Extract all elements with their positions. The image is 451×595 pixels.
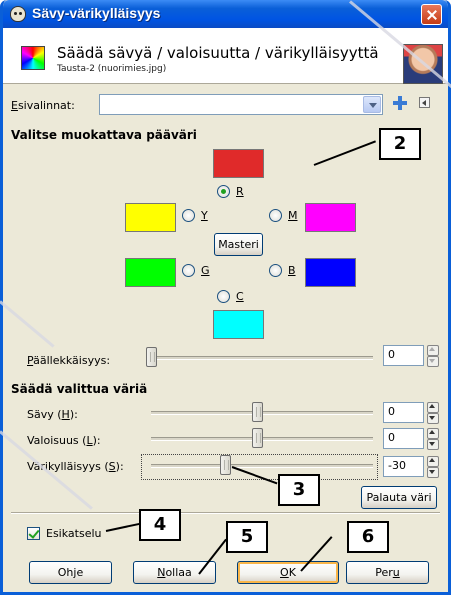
lightness-input[interactable]: 0	[383, 428, 424, 449]
hue-spinner[interactable]	[427, 402, 439, 424]
adjust-section-title: Säädä valittua väriä	[11, 382, 148, 396]
swatch-red[interactable]	[213, 149, 264, 178]
overlap-slider-thumb[interactable]	[146, 347, 157, 367]
preview-checkbox[interactable]	[27, 527, 40, 540]
hue-label: Sävy (H):	[27, 408, 78, 421]
lightness-spinner[interactable]	[427, 428, 439, 450]
reset-color-button[interactable]: Palauta väri	[361, 486, 437, 509]
add-preset-icon[interactable]	[392, 95, 408, 111]
header-subtitle: Tausta-2 (nuorimies.jpg)	[57, 64, 167, 74]
header-title: Säädä sävyä / valoisuutta / värikylläisy…	[57, 44, 379, 62]
master-button[interactable]: Masteri	[214, 233, 263, 256]
callout-6: 6	[347, 521, 389, 553]
title-bar[interactable]: Sävy-värikylläisyys	[3, 0, 448, 28]
radio-cyan[interactable]	[217, 290, 230, 303]
cancel-button[interactable]: Peru	[346, 561, 429, 584]
radio-cyan-label: C	[236, 290, 244, 303]
hue-slider-thumb[interactable]	[252, 402, 263, 422]
hue-saturation-dialog: Sävy-värikylläisyys Säädä sävyä / valois…	[0, 0, 451, 595]
help-button[interactable]: Ohje	[29, 561, 112, 584]
radio-blue[interactable]	[269, 264, 282, 277]
hue-saturation-icon	[21, 46, 45, 70]
separator	[11, 512, 440, 514]
radio-yellow[interactable]	[182, 209, 195, 222]
radio-magenta[interactable]	[269, 209, 282, 222]
saturation-slider-thumb[interactable]	[220, 455, 231, 475]
preview-label: Esikatselu	[46, 527, 102, 540]
gimp-icon	[10, 6, 26, 22]
overlap-slider[interactable]	[151, 356, 373, 360]
overlap-input[interactable]: 0	[383, 345, 424, 366]
ok-button[interactable]: OK	[237, 561, 339, 584]
presets-combo[interactable]	[99, 94, 383, 115]
overlap-label: Päällekkäisyys:	[27, 354, 111, 367]
window-title: Sävy-värikylläisyys	[32, 5, 161, 21]
callout-4: 4	[139, 509, 181, 541]
callout-2: 2	[379, 128, 421, 160]
lightness-label: Valoisuus (L):	[27, 434, 101, 447]
close-button[interactable]	[421, 4, 442, 25]
swatch-yellow[interactable]	[125, 203, 176, 232]
radio-green-label: G	[201, 264, 210, 277]
callout-5: 5	[226, 521, 268, 553]
primary-section-title: Valitse muokattava pääväri	[11, 128, 197, 142]
presets-menu-icon[interactable]	[419, 97, 430, 108]
presets-label: Esivalinnat:	[11, 99, 75, 112]
chevron-down-icon[interactable]	[363, 96, 381, 113]
hue-input[interactable]: 0	[383, 402, 424, 423]
saturation-slider[interactable]	[151, 464, 373, 468]
swatch-green[interactable]	[125, 258, 176, 287]
radio-blue-label: B	[288, 264, 296, 277]
radio-red[interactable]	[217, 185, 230, 198]
radio-red-label: R	[236, 185, 244, 198]
swatch-cyan[interactable]	[213, 310, 264, 339]
radio-magenta-label: M	[288, 209, 298, 222]
callout-3: 3	[278, 474, 320, 506]
saturation-spinner[interactable]	[427, 456, 439, 478]
lightness-slider-thumb[interactable]	[252, 428, 263, 448]
swatch-blue[interactable]	[305, 258, 356, 287]
overlap-spinner[interactable]	[427, 345, 439, 367]
radio-yellow-label: Y	[201, 209, 208, 222]
saturation-input[interactable]: -30	[383, 456, 424, 477]
swatch-magenta[interactable]	[305, 203, 356, 232]
radio-green[interactable]	[182, 264, 195, 277]
dialog-header: Säädä sävyä / valoisuutta / värikylläisy…	[3, 28, 448, 84]
